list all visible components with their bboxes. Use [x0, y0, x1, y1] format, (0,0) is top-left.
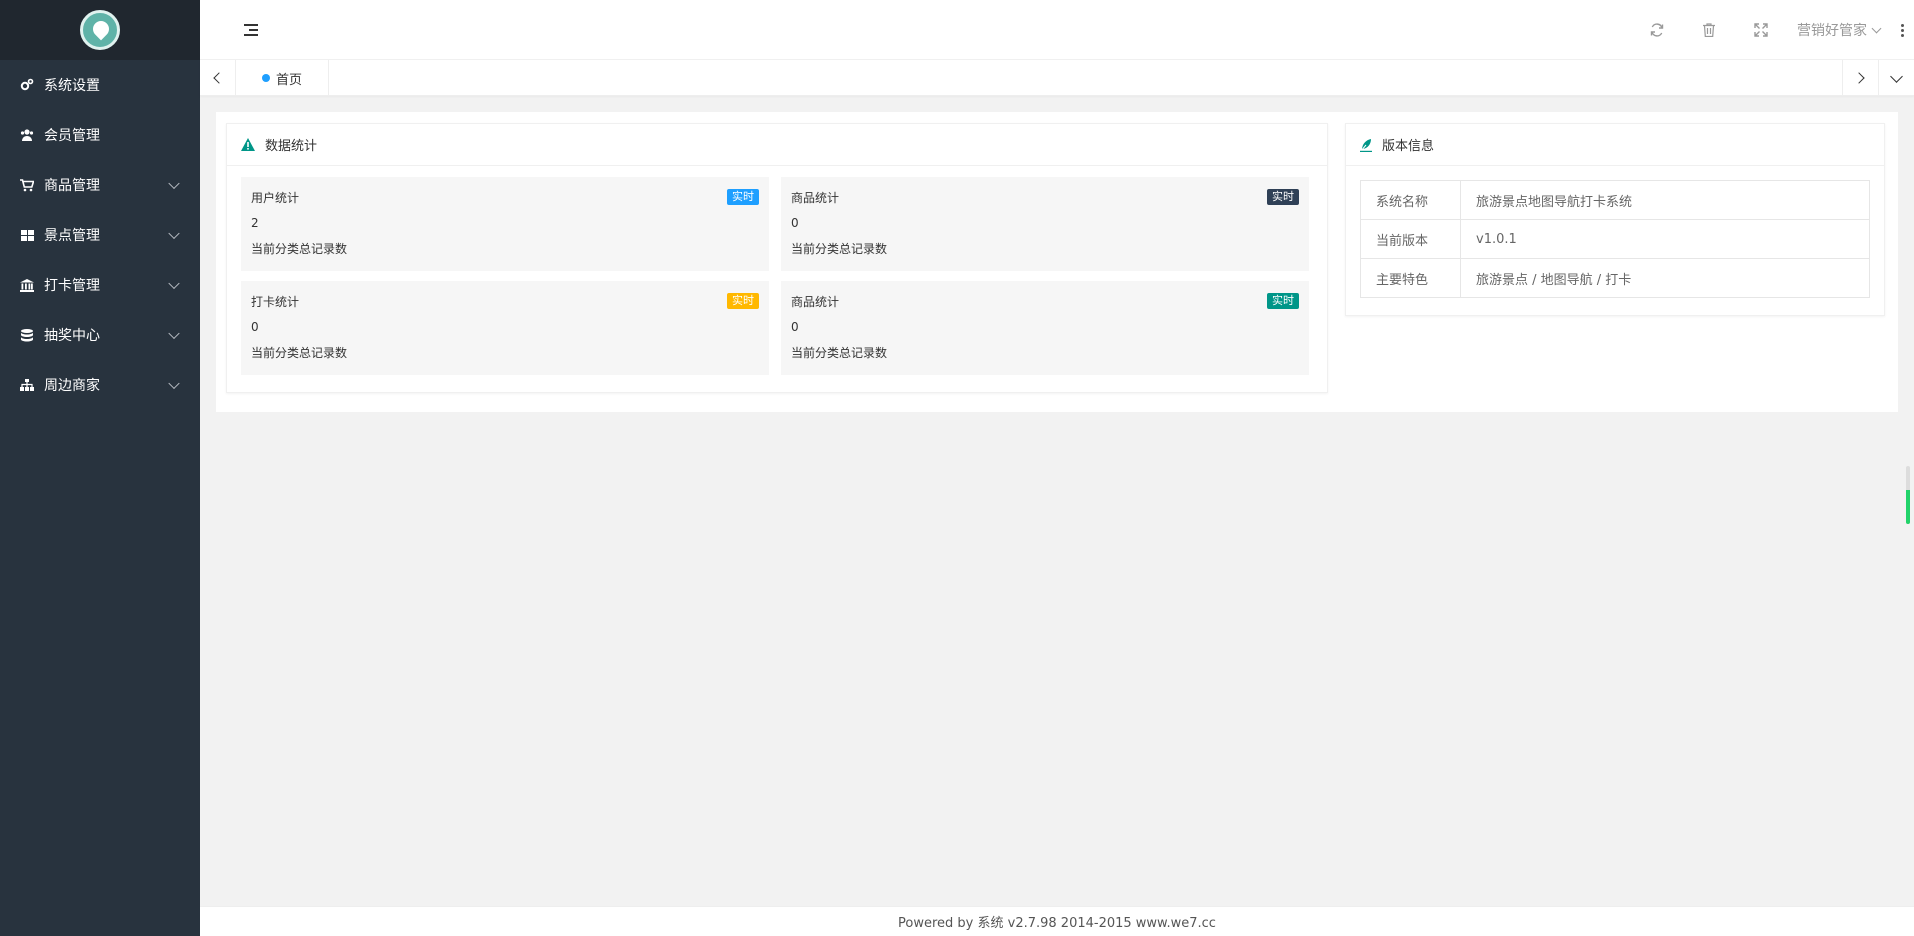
scrollbar[interactable] — [1906, 466, 1910, 524]
trash-icon[interactable] — [1683, 0, 1735, 60]
sidebar-item-members[interactable]: 会员管理 — [0, 110, 200, 160]
sidebar: 系统设置 会员管理 商品管理 景点管理 打卡管理 抽奖中心 周边商家 — [0, 0, 200, 936]
gears-icon — [20, 78, 34, 92]
sidebar-menu: 系统设置 会员管理 商品管理 景点管理 打卡管理 抽奖中心 周边商家 — [0, 60, 200, 410]
info-value: v1.0.1 — [1460, 219, 1870, 259]
logo-icon[interactable] — [80, 10, 120, 50]
table-row: 系统名称 旅游景点地图导航打卡系统 — [1360, 180, 1870, 220]
stat-box-users: 用户统计 实时 2 当前分类总记录数 — [241, 177, 769, 271]
info-value: 旅游景点 / 地图导航 / 打卡 — [1460, 258, 1870, 298]
sidebar-item-label: 周边商家 — [44, 378, 100, 394]
sitemap-icon — [20, 378, 34, 392]
scrollbar-thumb[interactable] — [1906, 490, 1910, 524]
chevron-left-icon — [213, 72, 225, 84]
version-info-table: 系统名称 旅游景点地图导航打卡系统 当前版本 v1.0.1 主要特色 旅游景点 … — [1360, 180, 1870, 298]
stat-desc: 当前分类总记录数 — [251, 346, 348, 360]
stat-title: 商品统计 — [791, 191, 840, 205]
status-badge: 实时 — [1267, 189, 1299, 205]
table-row: 主要特色 旅游景点 / 地图导航 / 打卡 — [1360, 258, 1870, 298]
stat-title: 商品统计 — [791, 295, 840, 309]
sidebar-item-label: 打卡管理 — [44, 278, 100, 294]
sidebar-item-checkin[interactable]: 打卡管理 — [0, 260, 200, 310]
stat-title: 打卡统计 — [251, 295, 300, 309]
info-key: 系统名称 — [1360, 180, 1461, 220]
chevron-down-icon — [168, 177, 180, 190]
tab-options-button[interactable] — [1878, 60, 1914, 96]
tab-home[interactable]: 首页 — [236, 60, 330, 96]
sidebar-item-attractions[interactable]: 景点管理 — [0, 210, 200, 260]
tab-bar: 首页 — [200, 60, 1914, 96]
sidebar-item-nearby-merchants[interactable]: 周边商家 — [0, 360, 200, 410]
leaf-icon — [1360, 138, 1372, 152]
sidebar-item-label: 商品管理 — [44, 178, 100, 194]
tab-scroll-left-button[interactable] — [200, 60, 236, 96]
logo-area — [0, 0, 200, 60]
users-icon — [20, 128, 34, 142]
more-icon[interactable] — [1890, 0, 1914, 60]
stat-value: 0 — [791, 216, 799, 230]
stats-card-header: 数据统计 — [227, 124, 1327, 166]
stat-desc: 当前分类总记录数 — [791, 242, 888, 256]
main-content: 数据统计 用户统计 实时 2 当前分类总记录数 商品统计 实时 0 当前分类总记… — [216, 112, 1898, 412]
version-card-title: 版本信息 — [1382, 139, 1435, 154]
version-card: 版本信息 系统名称 旅游景点地图导航打卡系统 当前版本 v1.0.1 主要特色 … — [1345, 123, 1885, 316]
grid-icon — [20, 228, 34, 242]
warning-icon — [241, 138, 255, 151]
stat-box-checkins: 打卡统计 实时 0 当前分类总记录数 — [241, 281, 769, 375]
chevron-down-icon — [1871, 23, 1882, 33]
sidebar-item-system-settings[interactable]: 系统设置 — [0, 60, 200, 110]
sidebar-item-label: 抽奖中心 — [44, 328, 100, 344]
version-card-header: 版本信息 — [1346, 124, 1884, 166]
header-actions: 营销好管家 — [1631, 0, 1914, 60]
stat-box-products: 商品统计 实时 0 当前分类总记录数 — [781, 177, 1309, 271]
stat-desc: 当前分类总记录数 — [791, 346, 888, 360]
chevron-down-icon — [168, 227, 180, 240]
chevron-right-icon — [1853, 72, 1865, 84]
info-key: 当前版本 — [1360, 219, 1461, 259]
stats-card-title: 数据统计 — [265, 139, 318, 154]
bank-icon — [20, 278, 34, 292]
menu-toggle-icon[interactable] — [244, 24, 258, 36]
status-badge: 实时 — [727, 293, 759, 309]
info-key: 主要特色 — [1360, 258, 1461, 298]
chevron-down-icon — [1890, 69, 1903, 83]
stats-card: 数据统计 用户统计 实时 2 当前分类总记录数 商品统计 实时 0 当前分类总记… — [226, 123, 1328, 393]
status-badge: 实时 — [727, 189, 759, 205]
sidebar-item-products[interactable]: 商品管理 — [0, 160, 200, 210]
chevron-down-icon — [168, 277, 180, 290]
sidebar-item-label: 系统设置 — [44, 78, 100, 94]
sidebar-item-lottery[interactable]: 抽奖中心 — [0, 310, 200, 360]
stat-value: 0 — [251, 320, 259, 334]
stat-title: 用户统计 — [251, 191, 300, 205]
user-name: 营销好管家 — [1797, 23, 1867, 39]
top-header: 营销好管家 — [200, 0, 1914, 60]
footer: Powered by 系统 v2.7.98 2014-2015 www.we7.… — [200, 906, 1914, 936]
stat-value: 2 — [251, 216, 259, 230]
info-value: 旅游景点地图导航打卡系统 — [1460, 180, 1870, 220]
table-row: 当前版本 v1.0.1 — [1360, 219, 1870, 259]
footer-text: Powered by 系统 v2.7.98 2014-2015 www.we7.… — [898, 916, 1216, 931]
database-icon — [20, 328, 34, 342]
stat-desc: 当前分类总记录数 — [251, 242, 348, 256]
tab-label: 首页 — [276, 72, 303, 88]
active-dot — [262, 74, 270, 82]
sidebar-item-label: 景点管理 — [44, 228, 100, 244]
refresh-icon[interactable] — [1631, 0, 1683, 60]
chevron-down-icon — [168, 377, 180, 390]
chevron-down-icon — [168, 327, 180, 340]
user-menu[interactable]: 营销好管家 — [1787, 0, 1890, 60]
stat-box-products-2: 商品统计 实时 0 当前分类总记录数 — [781, 281, 1309, 375]
cart-icon — [20, 178, 34, 192]
fullscreen-icon[interactable] — [1735, 0, 1787, 60]
status-badge: 实时 — [1267, 293, 1299, 309]
sidebar-item-label: 会员管理 — [44, 128, 100, 144]
stat-value: 0 — [791, 320, 799, 334]
tab-scroll-right-button[interactable] — [1842, 60, 1878, 96]
